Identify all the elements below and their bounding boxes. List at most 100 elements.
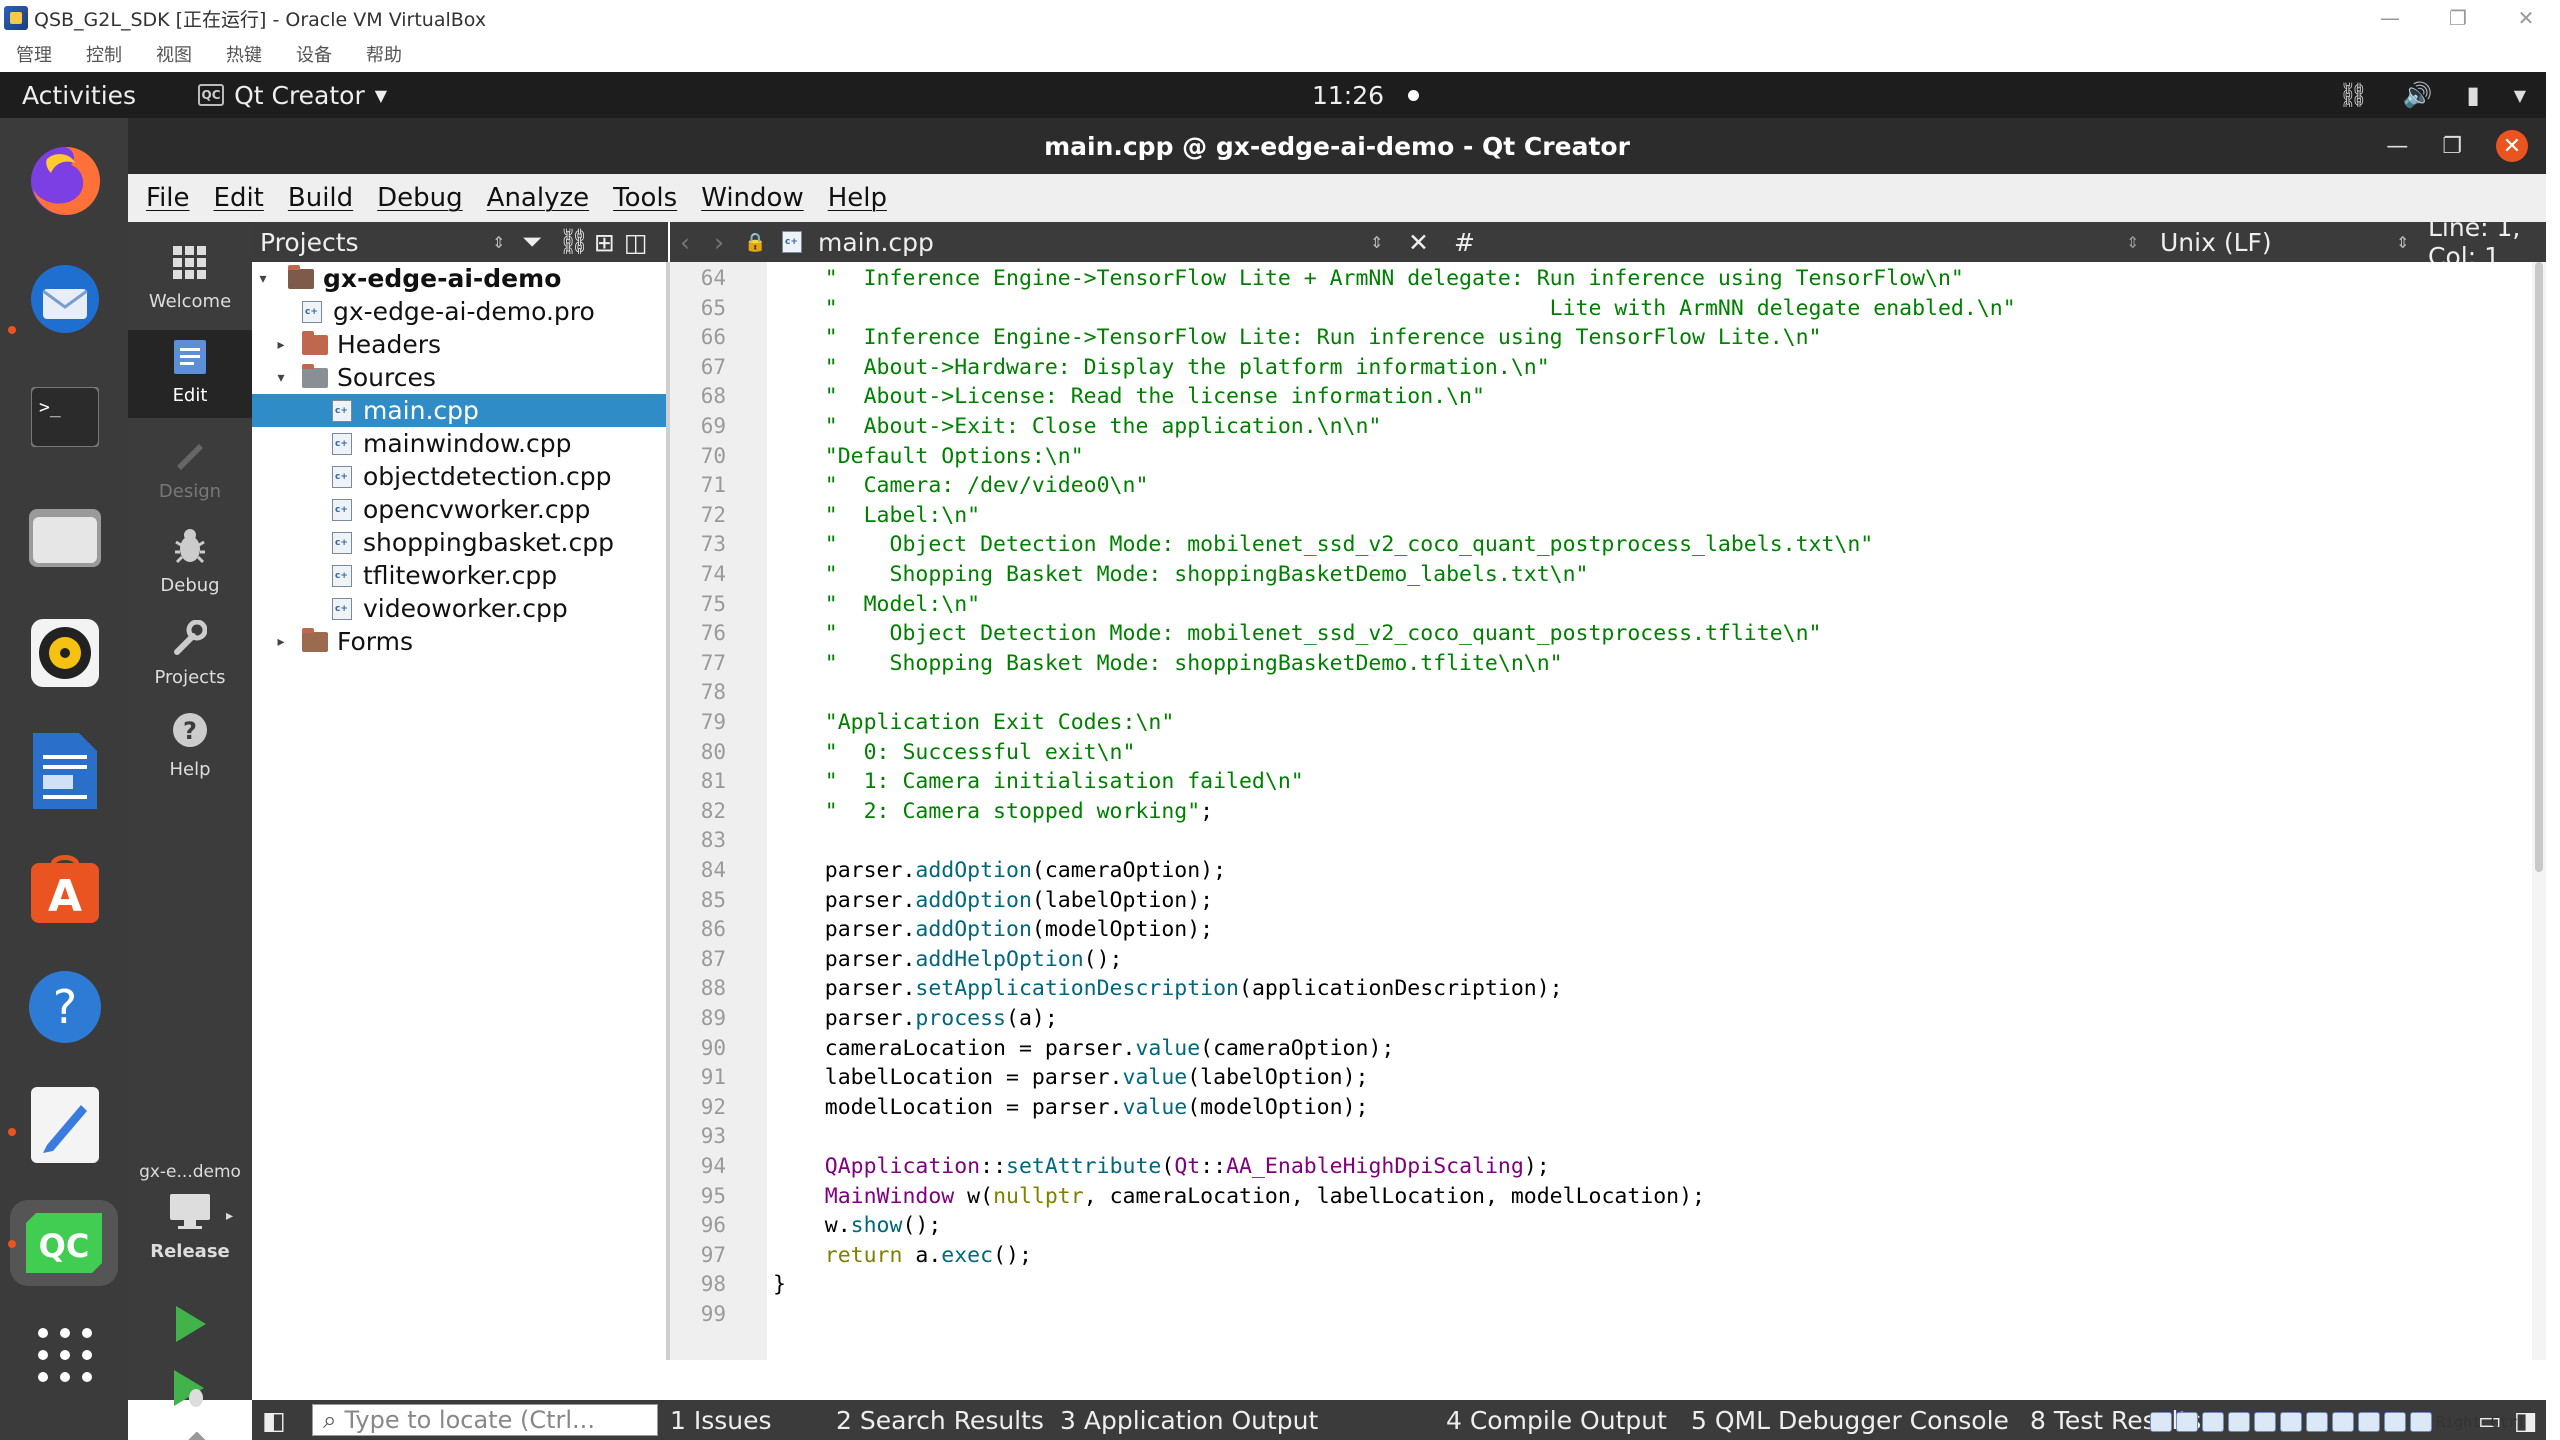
clock[interactable]: 11:26 [1312, 72, 1420, 118]
forward-arrow-icon[interactable]: › [714, 222, 724, 262]
menu-help[interactable]: Help [828, 183, 887, 213]
app-menu[interactable]: QC Qt Creator ▼ [198, 81, 387, 110]
text-editor-icon[interactable] [22, 1082, 108, 1168]
scrollbar-thumb[interactable] [2535, 262, 2543, 872]
code-line[interactable]: return a.exec(); [773, 1241, 1032, 1271]
code-line[interactable]: parser.addOption(modelOption); [773, 915, 1213, 945]
code-line[interactable]: " Inference Engine->TensorFlow Lite + Ar… [773, 264, 1964, 294]
files-icon[interactable] [22, 492, 108, 578]
code-line[interactable]: "Default Options:\n" [773, 442, 1084, 472]
mode-projects[interactable]: Projects [128, 614, 252, 698]
tree-item-source-file[interactable]: shoppingbasket.cpp [252, 526, 666, 559]
split-icon[interactable]: ⊞ [594, 228, 624, 257]
open-document-selector[interactable]: main.cpp [818, 222, 934, 262]
tab-compile-output[interactable]: 4 Compile Output [1446, 1400, 1667, 1440]
code-line[interactable]: "Application Exit Codes:\n" [773, 708, 1175, 738]
code-line[interactable]: cameraLocation = parser.value(cameraOpti… [773, 1034, 1395, 1064]
tree-item-source-file[interactable]: main.cpp [252, 394, 666, 427]
vbox-menu-item[interactable]: 热键 [226, 41, 262, 67]
code-line[interactable]: parser.addOption(cameraOption); [773, 856, 1226, 886]
code-line[interactable]: QApplication::setAttribute(Qt::AA_Enable… [773, 1152, 1550, 1182]
activities-button[interactable]: Activities [22, 81, 136, 110]
system-tray[interactable]: ⛓ 🔊 ▮ ▼ [2338, 72, 2526, 118]
collapsed-arrow-icon[interactable]: ▸ [274, 634, 288, 650]
kit-selector[interactable]: gx-e...demo ▸ Release [128, 1162, 252, 1292]
show-apps-icon[interactable] [22, 1312, 108, 1398]
tab-search-results[interactable]: 2 Search Results [836, 1400, 1044, 1440]
tree-item-source-file[interactable]: opencvworker.cpp [252, 493, 666, 526]
locator-input[interactable]: ⌕ Type to locate (Ctrl... [312, 1404, 658, 1436]
menu-debug[interactable]: Debug [377, 183, 463, 213]
code-line[interactable]: " Inference Engine->TensorFlow Lite: Run… [773, 323, 1822, 353]
code-line[interactable]: MainWindow w(nullptr, cameraLocation, la… [773, 1182, 1705, 1212]
menu-tools[interactable]: Tools [613, 183, 677, 213]
help-icon[interactable]: ? [22, 964, 108, 1050]
optical-drive-icon[interactable] [2176, 1412, 2198, 1432]
cursor-position[interactable]: Line: 1, Col: 1 [2428, 213, 2546, 271]
menu-edit[interactable]: Edit [214, 183, 264, 213]
build-button[interactable] [128, 1431, 252, 1440]
run-button[interactable] [128, 1304, 252, 1360]
back-arrow-icon[interactable]: ‹ [680, 222, 690, 262]
vbox-menu-item[interactable]: 视图 [156, 41, 192, 67]
symbol-selector[interactable]: # [1454, 222, 1475, 262]
tree-item-source-file[interactable]: objectdetection.cpp [252, 460, 666, 493]
restore-icon[interactable]: ❐ [2424, 0, 2492, 36]
updown-arrows-icon[interactable]: ⇕ [1370, 222, 1383, 262]
firefox-icon[interactable] [22, 138, 108, 224]
menu-build[interactable]: Build [288, 183, 353, 213]
tree-item-forms[interactable]: ▸ Forms [252, 625, 666, 658]
code-line[interactable]: " Lite with ArmNN delegate enabled.\n" [773, 294, 2016, 324]
tree-item-sources[interactable]: ▾ Sources [252, 361, 666, 394]
expanded-arrow-icon[interactable]: ▾ [274, 370, 288, 386]
tree-item-project[interactable]: ▾ gx-edge-ai-demo [252, 262, 666, 295]
code-line[interactable]: " Shopping Basket Mode: shoppingBasketDe… [773, 649, 1563, 679]
code-line[interactable]: parser.addHelpOption(); [773, 945, 1123, 975]
code-line[interactable]: " Label:\n" [773, 501, 980, 531]
close-pane-icon[interactable]: ◫ [624, 228, 654, 257]
keyboard-icon[interactable] [2410, 1412, 2432, 1432]
code-line[interactable]: parser.process(a); [773, 1004, 1058, 1034]
thunderbird-icon[interactable] [22, 256, 108, 342]
shared-folders-icon[interactable] [2280, 1412, 2302, 1432]
code-line[interactable]: " About->License: Read the license infor… [773, 382, 1485, 412]
cpu-icon[interactable] [2358, 1412, 2380, 1432]
tab-application-output[interactable]: 3 Application Output [1060, 1400, 1318, 1440]
vbox-menu-item[interactable]: 帮助 [366, 41, 402, 67]
close-document-icon[interactable]: ✕ [1408, 222, 1429, 262]
updown-arrows-icon[interactable]: ⇕ [492, 233, 522, 252]
line-ending-selector[interactable]: Unix (LF) [2160, 222, 2272, 262]
recording-icon[interactable] [2332, 1412, 2354, 1432]
hard-disk-icon[interactable] [2150, 1412, 2172, 1432]
collapsed-arrow-icon[interactable]: ▸ [274, 337, 288, 353]
filter-icon[interactable]: ⏷ [522, 227, 558, 257]
usb-icon[interactable] [2254, 1412, 2276, 1432]
code-line[interactable]: " 1: Camera initialisation failed\n" [773, 767, 1304, 797]
tab-issues[interactable]: 1 Issues [670, 1400, 772, 1440]
mode-welcome[interactable]: Welcome [128, 238, 252, 322]
maximize-icon[interactable]: ❐ [2442, 134, 2462, 159]
mode-debug[interactable]: Debug [128, 522, 252, 606]
code-line[interactable]: " Object Detection Mode: mobilenet_ssd_v… [773, 530, 1873, 560]
debug-run-button[interactable] [128, 1368, 252, 1424]
tree-item-source-file[interactable]: mainwindow.cpp [252, 427, 666, 460]
tab-qml-debugger-console[interactable]: 5 QML Debugger Console [1691, 1400, 2009, 1440]
link-icon[interactable]: ⛓ [558, 227, 594, 257]
code-line[interactable]: " Model:\n" [773, 590, 980, 620]
updown-arrows-icon[interactable]: ⇕ [2126, 222, 2139, 262]
libreoffice-writer-icon[interactable] [22, 728, 108, 814]
editor-scrollbar[interactable] [2532, 262, 2546, 1360]
tree-item-headers[interactable]: ▸ Headers [252, 328, 666, 361]
vbox-menu-item[interactable]: 控制 [86, 41, 122, 67]
terminal-icon[interactable]: >_ [22, 374, 108, 460]
code-line[interactable]: " About->Exit: Close the application.\n\… [773, 412, 1382, 442]
tree-item-source-file[interactable]: videoworker.cpp [252, 592, 666, 625]
code-line[interactable]: modelLocation = parser.value(modelOption… [773, 1093, 1369, 1123]
updown-arrows-icon[interactable]: ⇕ [2396, 222, 2409, 262]
expanded-arrow-icon[interactable]: ▾ [256, 271, 270, 287]
code-line[interactable]: parser.addOption(labelOption); [773, 886, 1213, 916]
tree-item-pro-file[interactable]: gx-edge-ai-demo.pro [252, 295, 666, 328]
menu-analyze[interactable]: Analyze [487, 183, 589, 213]
code-line[interactable]: " Shopping Basket Mode: shoppingBasketDe… [773, 560, 1589, 590]
minimize-icon[interactable]: — [2386, 134, 2408, 159]
